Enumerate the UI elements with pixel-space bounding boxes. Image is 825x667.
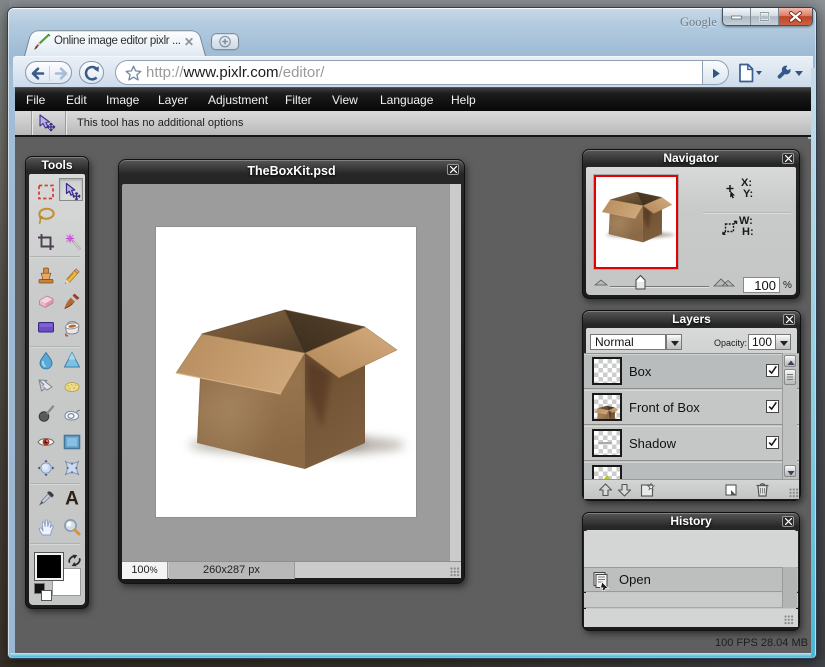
svg-text:A: A [65,489,79,509]
